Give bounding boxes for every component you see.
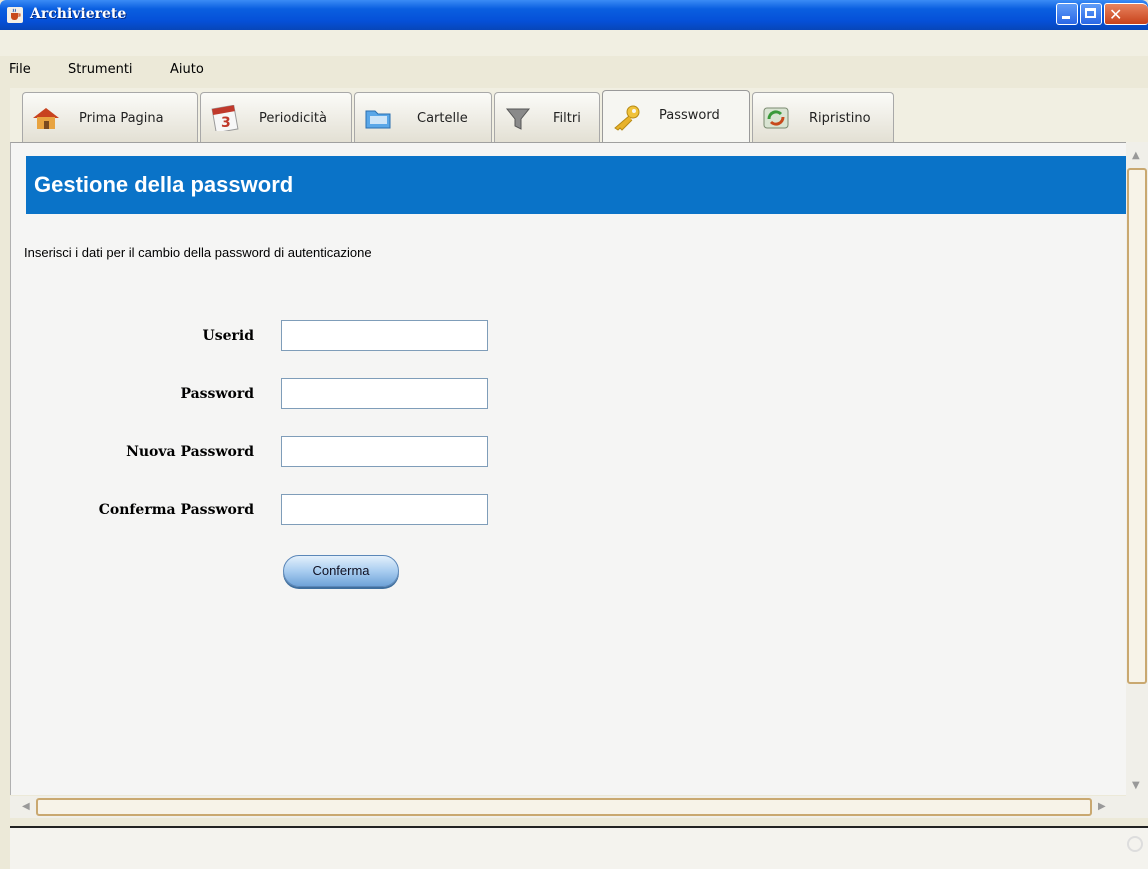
- instructions-text: Inserisci i dati per il cambio della pas…: [24, 245, 372, 260]
- tab-prima-pagina[interactable]: Prima Pagina: [22, 92, 198, 142]
- status-bar: [10, 826, 1148, 869]
- menu-strumenti[interactable]: Strumenti: [68, 62, 133, 77]
- restore-icon: [763, 107, 789, 129]
- home-icon: [33, 108, 59, 129]
- tab-periodicita[interactable]: 3 Periodicità: [200, 92, 352, 142]
- menu-bar: [0, 30, 1148, 56]
- vertical-scroll-thumb[interactable]: [1127, 168, 1147, 684]
- scroll-right-icon[interactable]: ▶: [1098, 801, 1106, 812]
- password-label: Password: [180, 386, 254, 402]
- folder-icon: [365, 110, 391, 129]
- confirm-button[interactable]: Conferma: [283, 555, 399, 587]
- new-password-input[interactable]: [281, 436, 488, 467]
- svg-text:3: 3: [221, 115, 231, 131]
- confirm-password-input[interactable]: [281, 494, 488, 525]
- filter-icon: [505, 108, 531, 130]
- calendar-icon: 3: [211, 105, 239, 131]
- tab-cartelle[interactable]: Cartelle: [354, 92, 492, 142]
- java-cup-icon: [7, 7, 23, 23]
- window-title: Archivierete: [30, 6, 127, 22]
- scroll-down-icon[interactable]: ▼: [1132, 780, 1140, 791]
- content-panel: [10, 142, 1127, 795]
- tab-label: Password: [659, 108, 720, 123]
- tab-label: Periodicità: [259, 111, 327, 126]
- status-indicator-icon: [1127, 836, 1143, 852]
- close-button[interactable]: ✕: [1104, 3, 1148, 25]
- confirm-password-label: Conferma Password: [98, 502, 254, 518]
- userid-input[interactable]: [281, 320, 488, 351]
- password-input[interactable]: [281, 378, 488, 409]
- scroll-left-icon[interactable]: ◀: [22, 801, 30, 812]
- userid-label: Userid: [202, 328, 254, 344]
- minimize-button[interactable]: [1056, 3, 1078, 25]
- maximize-button[interactable]: [1080, 3, 1102, 25]
- page-title: Gestione della password: [34, 172, 294, 197]
- new-password-label: Nuova Password: [126, 444, 254, 460]
- menu-aiuto[interactable]: Aiuto: [170, 62, 204, 77]
- tab-filtri[interactable]: Filtri: [494, 92, 600, 142]
- tab-label: Filtri: [553, 111, 581, 126]
- minimize-icon: [1062, 16, 1070, 19]
- tab-ripristino[interactable]: Ripristino: [752, 92, 894, 142]
- tab-password[interactable]: Password: [602, 90, 750, 144]
- tab-label: Ripristino: [809, 111, 871, 126]
- menu-file[interactable]: File: [9, 62, 31, 77]
- key-icon: [614, 105, 640, 131]
- tab-label: Prima Pagina: [79, 111, 164, 126]
- horizontal-scroll-thumb[interactable]: [36, 798, 1092, 816]
- tab-label: Cartelle: [417, 111, 468, 126]
- title-bar[interactable]: Archivierete ✕: [0, 0, 1148, 30]
- close-icon: ✕: [1109, 5, 1123, 24]
- maximize-icon: [1085, 8, 1096, 18]
- scroll-up-icon[interactable]: ▲: [1132, 150, 1140, 161]
